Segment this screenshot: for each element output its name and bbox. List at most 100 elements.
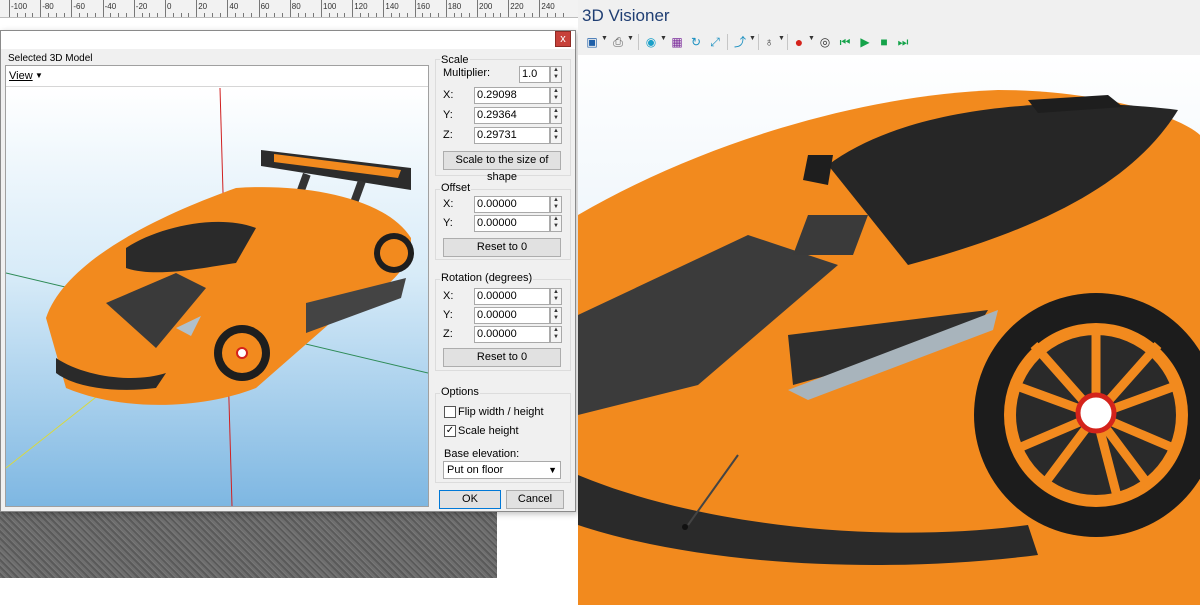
offset-x-stepper[interactable]: ▲ ▼	[550, 196, 562, 213]
car-preview-graphic	[6, 88, 428, 506]
ruler-minor-tick	[531, 13, 533, 17]
rotation-y-stepper[interactable]: ▲ ▼	[550, 307, 562, 324]
ruler-label: -80	[42, 2, 54, 11]
scale-y-stepper[interactable]: ▲ ▼	[550, 107, 562, 124]
rotation-z-stepper[interactable]: ▲ ▼	[550, 326, 562, 343]
light-bulb-icon[interactable]: ♁	[761, 34, 777, 50]
ruler-label: 40	[229, 2, 239, 11]
multiplier-label: Multiplier:	[443, 67, 491, 79]
chevron-down-icon[interactable]: ▼	[808, 35, 815, 42]
scale-y-field[interactable]: 0.29364	[474, 107, 550, 124]
rotation-x-field[interactable]: 0.00000	[474, 288, 550, 305]
offset-y-field[interactable]: 0.00000	[474, 215, 550, 232]
scale-z-field[interactable]: 0.29731	[474, 127, 550, 144]
chevron-down-icon[interactable]: ▼	[627, 35, 634, 42]
close-button[interactable]: x	[555, 31, 571, 47]
ruler-minor-tick	[516, 13, 517, 17]
chevron-down-icon[interactable]: ▼	[778, 35, 785, 42]
3d-preview-viewport[interactable]	[6, 88, 428, 506]
rotation-y-label: Y:	[443, 309, 453, 321]
ruler-tick	[508, 0, 510, 17]
multiplier-field[interactable]: 1.0	[519, 66, 550, 83]
scale-x-label: X:	[443, 89, 454, 101]
chevron-down-icon[interactable]: ▼	[601, 35, 608, 42]
stop-icon[interactable]: ■	[876, 34, 892, 50]
scale-height-checkbox[interactable]: ✓	[444, 425, 456, 437]
ruler-minor-tick	[328, 13, 330, 17]
rotation-x-stepper[interactable]: ▲ ▼	[550, 288, 562, 305]
ruler-minor-tick	[313, 13, 315, 17]
ruler-tick	[258, 0, 260, 17]
ruler-tick	[445, 0, 447, 17]
chevron-down-icon: ▼	[548, 465, 557, 475]
model-dialog: x Selected 3D Model View ▼ Scale Multipl…	[0, 30, 576, 512]
ruler-minor-tick	[266, 13, 268, 17]
scale-x-field[interactable]: 0.29098	[474, 87, 550, 104]
ruler-label: 140	[385, 2, 399, 11]
flip-checkbox[interactable]	[444, 406, 456, 418]
base-elevation-select[interactable]: Put on floor ▼	[443, 461, 561, 479]
ruler-minor-tick	[297, 13, 299, 17]
orbit-icon[interactable]: ↻	[688, 34, 704, 50]
rotation-x-label: X:	[443, 290, 454, 302]
ruler-tick	[352, 0, 354, 17]
scale-to-shape-button[interactable]: Scale to the size of shape	[443, 151, 561, 183]
scale-z-label: Z:	[443, 129, 453, 141]
ruler-minor-tick	[94, 13, 96, 17]
ruler-minor-tick	[305, 13, 307, 17]
record-icon[interactable]: ●	[791, 34, 807, 50]
cancel-button[interactable]: Cancel	[506, 490, 564, 509]
rotation-z-field[interactable]: 0.00000	[474, 326, 550, 343]
ruler-tick	[289, 0, 291, 17]
wheel-hub	[1075, 392, 1117, 434]
scale-x-stepper[interactable]: ▲ ▼	[550, 87, 562, 104]
fit-view-icon[interactable]: ⤢	[707, 34, 723, 50]
ruler-minor-tick	[243, 13, 244, 17]
ruler-tick	[414, 0, 416, 17]
play-icon[interactable]: ▶	[857, 34, 873, 50]
ruler-tick	[539, 0, 541, 17]
ruler-label: -60	[73, 2, 85, 11]
grid-view-icon[interactable]: ▦	[669, 34, 685, 50]
ruler-tick	[40, 0, 42, 17]
ruler-tick	[477, 0, 478, 17]
ruler-minor-tick	[336, 13, 338, 17]
save-icon[interactable]: ▣	[584, 34, 600, 50]
flip-label[interactable]: Flip width / height	[458, 406, 544, 418]
model-preview-panel: View ▼	[5, 65, 429, 507]
ruler-minor-tick	[219, 13, 221, 17]
offset-reset-button[interactable]: Reset to 0	[443, 238, 561, 257]
path-icon[interactable]: ⤴	[732, 34, 748, 50]
scale-group-title: Scale	[440, 54, 470, 66]
ruler-label: 60	[260, 2, 270, 11]
chevron-down-icon[interactable]: ▼	[749, 35, 756, 42]
skip-end-icon[interactable]: ⏭	[895, 34, 911, 50]
ruler-minor-tick	[188, 13, 190, 17]
ruler-tick	[71, 0, 73, 17]
rotation-reset-button[interactable]: Reset to 0	[443, 348, 561, 367]
ruler-minor-tick	[461, 13, 463, 17]
ruler-label: 200	[479, 2, 493, 11]
visioner-toolbar: ▣ ▼ ⎙ ▼ ◉ ▼ ▦ ↻ ⤢ ⤴ ▼ ♁ ▼ ● ▼ ◎ ⏮ ▶ ■ ⏭	[578, 31, 1200, 53]
offset-y-stepper[interactable]: ▲ ▼	[550, 215, 562, 232]
ruler-minor-tick	[24, 13, 26, 17]
options-group-title: Options	[440, 386, 480, 398]
scale-height-label[interactable]: Scale height	[458, 425, 519, 437]
offset-x-field[interactable]: 0.00000	[474, 196, 550, 213]
camera-icon[interactable]: ◉	[643, 34, 659, 50]
ruler-label: 240	[541, 2, 555, 11]
offset-group-title: Offset	[440, 182, 472, 194]
3d-scene-viewport[interactable]	[578, 55, 1200, 605]
chevron-down-icon[interactable]: ▼	[660, 35, 667, 42]
scale-z-stepper[interactable]: ▲ ▼	[550, 127, 562, 144]
view-menu[interactable]: View	[9, 70, 33, 82]
multiplier-stepper[interactable]: ▲ ▼	[550, 66, 562, 83]
view-menubar: View ▼	[6, 66, 428, 87]
skip-start-icon[interactable]: ⏮	[837, 34, 853, 50]
antenna-tip	[682, 524, 688, 530]
offset-y-label: Y:	[443, 217, 453, 229]
rotation-y-field[interactable]: 0.00000	[474, 307, 550, 324]
ok-button[interactable]: OK	[439, 490, 501, 509]
print-icon[interactable]: ⎙	[610, 34, 626, 50]
eye-icon[interactable]: ◎	[817, 34, 833, 50]
